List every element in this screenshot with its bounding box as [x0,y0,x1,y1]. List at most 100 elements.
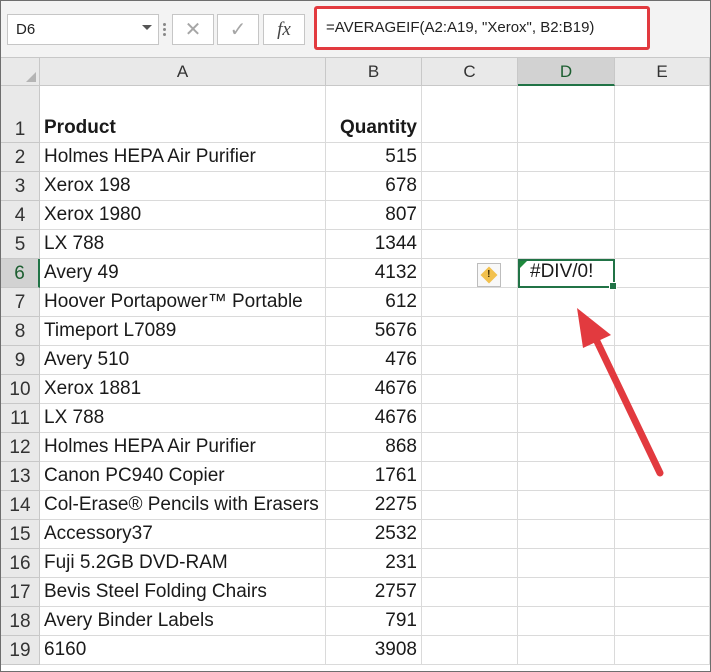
cell-b6[interactable]: 4132 [326,259,422,288]
cell-c3[interactable] [422,172,518,201]
cell-c4[interactable] [422,201,518,230]
cell-a12[interactable]: Holmes HEPA Air Purifier [40,433,326,462]
cell-c6[interactable] [422,259,518,288]
row-header-10[interactable]: 10 [1,375,40,404]
column-header-c[interactable]: C [422,58,518,86]
cell-a17[interactable]: Bevis Steel Folding Chairs [40,578,326,607]
cell-a3[interactable]: Xerox 198 [40,172,326,201]
formula-input[interactable]: =AVERAGEIF(A2:A19, "Xerox", B2:B19) [314,6,650,50]
cell-d4[interactable] [518,201,615,230]
cell-c7[interactable] [422,288,518,317]
row-header-12[interactable]: 12 [1,433,40,462]
column-header-e[interactable]: E [615,58,710,86]
cell-d18[interactable] [518,607,615,636]
cell-b1[interactable]: Quantity [326,86,422,143]
cell-c13[interactable] [422,462,518,491]
cell-c5[interactable] [422,230,518,259]
cell-e2[interactable] [615,143,710,172]
cell-b3[interactable]: 678 [326,172,422,201]
cell-e4[interactable] [615,201,710,230]
insert-function-button[interactable]: fx [263,14,305,45]
cell-e5[interactable] [615,230,710,259]
cell-c15[interactable] [422,520,518,549]
row-header-1[interactable]: 1 [1,86,40,143]
row-header-11[interactable]: 11 [1,404,40,433]
cell-e7[interactable] [615,288,710,317]
cell-c2[interactable] [422,143,518,172]
cell-a1[interactable]: Product [40,86,326,143]
cell-b14[interactable]: 2275 [326,491,422,520]
row-header-5[interactable]: 5 [1,230,40,259]
cell-b16[interactable]: 231 [326,549,422,578]
cell-e15[interactable] [615,520,710,549]
cell-d19[interactable] [518,636,615,665]
cell-b4[interactable]: 807 [326,201,422,230]
cell-a14[interactable]: Col-Erase® Pencils with Erasers [40,491,326,520]
row-header-19[interactable]: 19 [1,636,40,665]
cell-a11[interactable]: LX 788 [40,404,326,433]
cell-b18[interactable]: 791 [326,607,422,636]
cell-e13[interactable] [615,462,710,491]
cell-c12[interactable] [422,433,518,462]
row-header-17[interactable]: 17 [1,578,40,607]
cell-d10[interactable] [518,375,615,404]
column-header-a[interactable]: A [40,58,326,86]
row-header-4[interactable]: 4 [1,201,40,230]
cell-b8[interactable]: 5676 [326,317,422,346]
cell-c8[interactable] [422,317,518,346]
cell-a19[interactable]: 6160 [40,636,326,665]
cell-b17[interactable]: 2757 [326,578,422,607]
column-header-d[interactable]: D [518,58,615,86]
cell-a13[interactable]: Canon PC940 Copier [40,462,326,491]
cell-c10[interactable] [422,375,518,404]
cell-d2[interactable] [518,143,615,172]
cell-e9[interactable] [615,346,710,375]
column-header-b[interactable]: B [326,58,422,86]
cell-b11[interactable]: 4676 [326,404,422,433]
cell-b19[interactable]: 3908 [326,636,422,665]
error-warning-button[interactable]: ! [477,263,501,287]
cell-d14[interactable] [518,491,615,520]
cell-a9[interactable]: Avery 510 [40,346,326,375]
cell-a10[interactable]: Xerox 1881 [40,375,326,404]
cell-b2[interactable]: 515 [326,143,422,172]
cell-c18[interactable] [422,607,518,636]
cell-a6[interactable]: Avery 49 [40,259,326,288]
enter-button[interactable]: ✓ [217,14,259,45]
row-header-3[interactable]: 3 [1,172,40,201]
cell-e17[interactable] [615,578,710,607]
cell-c16[interactable] [422,549,518,578]
cell-a5[interactable]: LX 788 [40,230,326,259]
cell-c9[interactable] [422,346,518,375]
fill-handle[interactable] [609,282,617,290]
row-header-9[interactable]: 9 [1,346,40,375]
cell-e10[interactable] [615,375,710,404]
cell-a18[interactable]: Avery Binder Labels [40,607,326,636]
cell-e12[interactable] [615,433,710,462]
cell-e19[interactable] [615,636,710,665]
cell-d9[interactable] [518,346,615,375]
cell-d11[interactable] [518,404,615,433]
cell-a2[interactable]: Holmes HEPA Air Purifier [40,143,326,172]
cell-d1[interactable] [518,86,615,143]
cell-a15[interactable]: Accessory37 [40,520,326,549]
cell-b7[interactable]: 612 [326,288,422,317]
cell-b13[interactable]: 1761 [326,462,422,491]
cell-e11[interactable] [615,404,710,433]
cell-e3[interactable] [615,172,710,201]
cell-b15[interactable]: 2532 [326,520,422,549]
cell-c17[interactable] [422,578,518,607]
cell-e14[interactable] [615,491,710,520]
row-header-6[interactable]: 6 [1,259,40,288]
drag-handle-icon[interactable] [163,23,167,37]
cell-b12[interactable]: 868 [326,433,422,462]
row-header-8[interactable]: 8 [1,317,40,346]
cell-a8[interactable]: Timeport L7089 [40,317,326,346]
active-cell-d6[interactable]: #DIV/0! [518,259,617,290]
cell-a4[interactable]: Xerox 1980 [40,201,326,230]
cell-e16[interactable] [615,549,710,578]
cell-d17[interactable] [518,578,615,607]
cell-c19[interactable] [422,636,518,665]
select-all-button[interactable] [1,58,40,86]
cell-e6[interactable] [615,259,710,288]
